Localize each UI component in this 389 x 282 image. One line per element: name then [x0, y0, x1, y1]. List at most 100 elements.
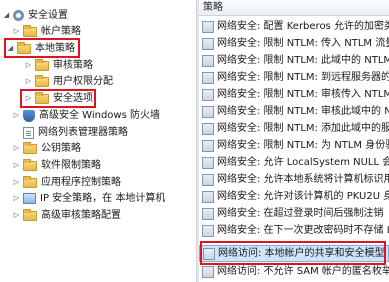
folder-icon	[23, 208, 37, 221]
document-icon	[23, 126, 34, 139]
expand-icon[interactable]: ▷	[24, 58, 33, 73]
policy-row[interactable]: 网络安全: 配置 Kerberos 允许的加密类型	[199, 18, 389, 35]
policy-icon	[202, 88, 214, 101]
policy-icon	[202, 105, 214, 118]
tree-item-public-key-policies[interactable]: ▷ 公钥策略	[12, 141, 81, 156]
policy-icon	[202, 139, 214, 152]
tree-item-label: 高级安全 Windows 防火墙	[39, 110, 160, 121]
folder-icon	[35, 74, 49, 87]
policy-icon	[202, 122, 214, 135]
expand-icon[interactable]: ▷	[12, 208, 21, 223]
policy-row[interactable]: 网络访问: 不允许 SAM 帐户的匿名枚举	[199, 263, 389, 280]
policy-label: 网络安全: 允许对该计算机的 PKU2U 身份验	[217, 191, 389, 202]
policy-label: 网络安全: 限制 NTLM: 为 NTLM 身份验证	[217, 140, 389, 151]
tree-item-advanced-audit[interactable]: ▷ 高级审核策略配置	[12, 208, 121, 223]
console-tree: ◢ 安全设置 ▷ 帐户策略 ◢ 本地策略 ▷ 审核策略 ▷ 用户权限分配 ▷ 安…	[0, 0, 196, 282]
tree-item-label: IP 安全策略，在 本地计算机	[40, 193, 166, 204]
policy-row[interactable]: 网络安全: 限制 NTLM: 到远程服务器的 NT	[199, 69, 389, 86]
policy-row[interactable]: 网络安全: 限制 NTLM: 添加此域中的服务	[199, 120, 389, 137]
policy-row[interactable]: 网络安全: 限制 NTLM: 此域中的 NTLM 身	[199, 52, 389, 69]
policy-label: 网络安全: 配置 Kerberos 允许的加密类型	[217, 21, 389, 32]
tree-item-label: 网络列表管理器策略	[38, 127, 128, 138]
policy-icon	[202, 71, 214, 84]
folder-icon	[35, 58, 49, 71]
policy-list: 策略 网络安全: 配置 Kerberos 允许的加密类型 网络安全: 限制 NT…	[199, 0, 389, 282]
expand-icon[interactable]: ▷	[12, 191, 21, 206]
policy-row[interactable]: 网络安全: 在下一次更改密码时不存储 LA	[199, 222, 389, 239]
expand-icon[interactable]: ▷	[12, 141, 21, 156]
policy-row[interactable]: 网络安全: 限制 NTLM: 审核此域中的 NTLM	[199, 103, 389, 120]
column-header-label: 策略	[203, 2, 223, 13]
policy-icon	[203, 247, 215, 260]
policy-icon	[202, 224, 214, 237]
expand-icon[interactable]: ▷	[24, 74, 33, 89]
gpo-icon	[23, 193, 36, 204]
tree-item-label: 安全选项	[53, 93, 93, 104]
policy-icon	[202, 54, 214, 67]
tree-item-label: 安全设置	[28, 10, 68, 21]
tree-item-software-restriction[interactable]: ▷ 软件限制策略	[12, 158, 101, 173]
policy-row[interactable]: 网络安全: 限制 NTLM: 审核传入 NTLM 流量	[199, 86, 389, 103]
tree-item-account-policies[interactable]: ▷ 帐户策略	[12, 24, 81, 39]
tree-item-label: 用户权限分配	[53, 76, 113, 87]
expand-icon[interactable]: ▷	[12, 24, 21, 39]
policy-label: 网络安全: 限制 NTLM: 审核传入 NTLM 流量	[217, 89, 389, 100]
tree-item-network-list-manager[interactable]: 网络列表管理器策略	[12, 125, 128, 140]
folder-icon	[35, 91, 49, 104]
collapse-icon[interactable]: ◢	[2, 8, 11, 23]
policy-icon	[202, 207, 214, 220]
tree-item-ip-security[interactable]: ▷ IP 安全策略，在 本地计算机	[12, 191, 165, 206]
policy-label: 网络安全: 限制 NTLM: 传入 NTLM 流量	[217, 38, 389, 49]
policy-label: 网络安全: 限制 NTLM: 到远程服务器的 NT	[217, 72, 389, 83]
folder-icon	[17, 41, 31, 54]
tree-item-label: 应用程序控制策略	[41, 177, 121, 188]
tree-item-audit-policy[interactable]: ▷ 审核策略	[24, 58, 93, 73]
policy-label: 网络安全: 限制 NTLM: 此域中的 NTLM 身	[217, 55, 389, 66]
tree-item-windows-firewall[interactable]: ▷ 高级安全 Windows 防火墙	[12, 108, 160, 123]
tree-item-label: 本地策略	[35, 43, 75, 54]
expand-icon[interactable]: ▷	[12, 158, 21, 173]
column-header-policy[interactable]: 策略	[199, 0, 389, 16]
tree-item-label: 高级审核策略配置	[41, 210, 121, 221]
tree-item-user-rights-assignment[interactable]: ▷ 用户权限分配	[24, 74, 113, 89]
policy-icon	[202, 156, 214, 169]
shield-icon	[23, 109, 35, 122]
policy-row[interactable]: 网络安全: 允许本地系统将计算机标识用于	[199, 171, 389, 188]
tree-item-application-control[interactable]: ▷ 应用程序控制策略	[12, 175, 121, 190]
collapse-icon[interactable]: ◢	[6, 41, 15, 56]
policy-icon	[202, 173, 214, 186]
policy-label: 网络安全: 允许 LocalSystem NULL 会话	[217, 157, 389, 168]
tree-item-local-policies[interactable]: ◢ 本地策略	[6, 41, 75, 56]
policy-row[interactable]: 网络安全: 限制 NTLM: 为 NTLM 身份验证	[199, 137, 389, 154]
gear-icon	[13, 10, 24, 21]
folder-icon	[23, 175, 37, 188]
expand-icon[interactable]: ▷	[12, 108, 21, 123]
policy-icon	[202, 20, 214, 33]
policy-label: 网络安全: 限制 NTLM: 审核此域中的 NTLM	[217, 106, 389, 117]
folder-icon	[23, 24, 37, 37]
policy-row-selected[interactable]: 网络访问: 本地帐户的共享和安全模型	[199, 245, 389, 262]
tree-item-security-settings[interactable]: ◢ 安全设置	[2, 8, 68, 23]
tree-item-label: 软件限制策略	[41, 160, 101, 171]
policy-row[interactable]: 网络安全: 在超过登录时间后强制注销	[199, 205, 389, 222]
policy-label: 网络访问: 不允许 SAM 帐户的匿名枚举	[217, 266, 389, 277]
policy-icon	[202, 190, 214, 203]
policy-icon	[202, 37, 214, 50]
tree-item-label: 审核策略	[53, 60, 93, 71]
policy-row[interactable]: 网络安全: 允许对该计算机的 PKU2U 身份验	[199, 188, 389, 205]
tree-item-label: 公钥策略	[41, 143, 81, 154]
policy-icon	[202, 265, 214, 278]
policy-label: 网络安全: 在下一次更改密码时不存储 LA	[217, 225, 389, 236]
folder-icon	[23, 158, 37, 171]
tree-item-security-options[interactable]: ▷ 安全选项	[24, 91, 93, 106]
policy-row[interactable]: 网络安全: 限制 NTLM: 传入 NTLM 流量	[199, 35, 389, 52]
policy-label: 网络安全: 限制 NTLM: 添加此域中的服务	[217, 123, 389, 134]
policy-label: 网络访问: 本地帐户的共享和安全模型	[218, 248, 385, 259]
policy-label: 网络安全: 在超过登录时间后强制注销	[217, 208, 384, 219]
tree-item-label: 帐户策略	[41, 26, 81, 37]
policy-row[interactable]: 网络安全: 允许 LocalSystem NULL 会话	[199, 154, 389, 171]
expand-icon[interactable]: ▷	[24, 91, 33, 106]
expand-icon[interactable]: ▷	[12, 175, 21, 190]
policy-label: 网络安全: 允许本地系统将计算机标识用于	[217, 174, 389, 185]
